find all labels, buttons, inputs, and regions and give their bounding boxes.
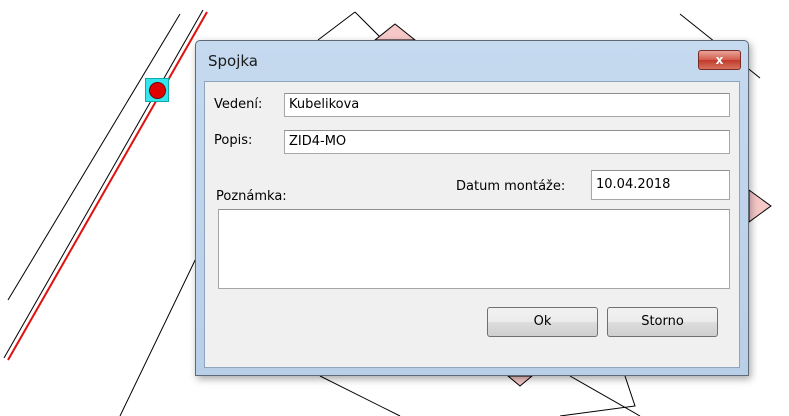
parcel-line bbox=[559, 375, 636, 416]
dialog-title: Spojka bbox=[208, 52, 259, 70]
close-icon: x bbox=[715, 53, 724, 67]
dialog-titlebar[interactable]: Spojka x bbox=[196, 41, 748, 81]
parcel-line bbox=[7, 13, 181, 301]
poznamka-label: Poznámka: bbox=[216, 189, 287, 204]
parcel-line bbox=[319, 375, 401, 416]
close-button[interactable]: x bbox=[698, 50, 741, 70]
pink-shape bbox=[748, 189, 772, 223]
vedeni-field[interactable]: Kubelikova bbox=[284, 93, 730, 117]
ok-button[interactable]: Ok bbox=[487, 307, 598, 337]
datum-montaze-label: Datum montáže: bbox=[456, 179, 566, 194]
datum-montaze-field[interactable]: 10.04.2018 bbox=[591, 170, 730, 200]
popis-field[interactable]: ZID4-MO bbox=[284, 130, 730, 154]
selected-node-marker[interactable] bbox=[145, 78, 169, 102]
pink-shape bbox=[373, 23, 417, 41]
cable-line bbox=[7, 11, 208, 361]
storno-button[interactable]: Storno bbox=[607, 307, 718, 337]
parcel-line bbox=[119, 249, 201, 416]
node-dot-icon bbox=[149, 82, 166, 99]
popis-label: Popis: bbox=[214, 133, 253, 148]
pink-shape bbox=[506, 375, 534, 387]
spojka-dialog: Spojka x Vedení: Kubelikova Popis: ZID4-… bbox=[195, 40, 749, 376]
poznamka-textarea[interactable] bbox=[218, 209, 730, 289]
parcel-line bbox=[354, 11, 384, 41]
vedeni-label: Vedení: bbox=[214, 97, 263, 112]
dialog-client-area: Vedení: Kubelikova Popis: ZID4-MO Datum … bbox=[204, 81, 740, 368]
parcel-line bbox=[317, 11, 356, 41]
